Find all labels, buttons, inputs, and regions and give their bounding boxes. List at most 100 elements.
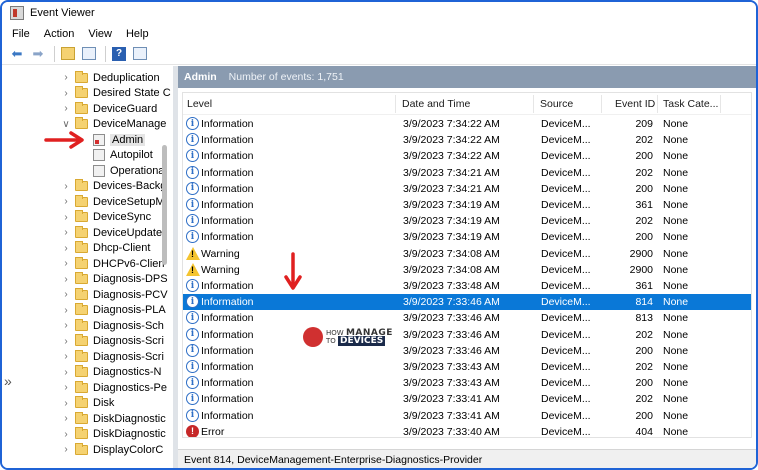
chevron-right-icon[interactable]: › [62,429,70,440]
chevron-right-icon[interactable]: › [62,382,70,393]
tree-folder-item[interactable]: › Diagnosis-PLA [2,303,172,319]
column-divider[interactable] [720,95,721,113]
tree-log-item[interactable]: Operationa [2,163,172,179]
chevron-right-icon[interactable]: › [62,72,70,83]
tree-folder-item[interactable]: › DeviceSync [2,210,172,226]
tree-folder-item[interactable]: › Diagnostics-Pe [2,380,172,396]
chevron-right-icon[interactable]: › [62,336,70,347]
tree-folder-item[interactable]: › DeviceUpdate/ [2,225,172,241]
table-row[interactable]: i Information 3/9/2023 7:34:19 AM DeviceM..… [183,197,751,213]
chevron-right-icon[interactable]: › [62,398,70,409]
chevron-right-icon[interactable]: › [62,181,70,192]
tree-folder-item[interactable]: › DHCPv6-Clien [2,256,172,272]
table-row[interactable]: i Information 3/9/2023 7:33:46 AM DeviceM..… [183,310,751,326]
level-cell: Information [201,328,254,341]
tree-folder-item[interactable]: › Diagnosis-PCV [2,287,172,303]
folder-icon [75,303,88,316]
tree-folder-item[interactable]: › Disk [2,396,172,412]
table-row[interactable]: i Information 3/9/2023 7:34:22 AM DeviceM..… [183,116,751,132]
table-row[interactable]: i Information 3/9/2023 7:34:22 AM DeviceM..… [183,148,751,164]
chevron-right-icon[interactable]: › [62,367,70,378]
menu-view[interactable]: View [88,28,112,40]
chevron-right-icon[interactable]: › [62,305,70,316]
help-icon[interactable]: ? [110,45,128,63]
table-row[interactable]: i Information 3/9/2023 7:34:19 AM DeviceM..… [183,213,751,229]
source-cell: DeviceM... [541,247,591,260]
table-row[interactable]: i Information 3/9/2023 7:33:41 AM DeviceM..… [183,391,751,407]
chevron-right-icon[interactable]: › [62,243,70,254]
column-divider[interactable] [601,95,602,113]
chevron-right-icon[interactable]: › [62,289,70,300]
tree-scrollbar-thumb[interactable] [162,145,167,265]
watermark-logo: HOW MANAGE TO DEVICES [303,327,393,347]
tree-folder-item[interactable]: › Diagnosis-Scri [2,349,172,365]
column-task-category[interactable]: Task Cate... [663,98,718,110]
folder-icon [75,334,88,347]
tree-folder-item[interactable]: ∨ DeviceManage [2,117,172,133]
back-arrow-icon[interactable]: ⬅ [8,45,26,63]
chevron-right-icon[interactable]: › [62,227,70,238]
table-row[interactable]: i Information 3/9/2023 7:34:22 AM DeviceM..… [183,132,751,148]
expand-pane-icon[interactable]: » [4,373,12,389]
table-row[interactable]: i Information 3/9/2023 7:33:48 AM DeviceM..… [183,278,751,294]
date-time-cell: 3/9/2023 7:34:22 AM [403,118,500,130]
menu-help[interactable]: Help [126,28,149,40]
chevron-right-icon[interactable]: › [62,444,70,455]
column-divider[interactable] [395,95,396,113]
tree-folder-item[interactable]: › Diagnostics-N [2,365,172,381]
table-row[interactable]: ! Error 3/9/2023 7:33:40 AM DeviceM... 404 No… [183,424,751,437]
column-divider[interactable] [657,95,658,113]
tree-folder-item[interactable]: › DiskDiagnostic [2,411,172,427]
tree-log-item[interactable]: Autopilot [2,148,172,164]
forward-arrow-icon[interactable]: ➡ [29,45,47,63]
tree-folder-item[interactable]: › Diagnosis-Scri [2,334,172,350]
up-folder-icon[interactable] [59,45,77,63]
action-pane-icon[interactable] [131,45,149,63]
table-row[interactable]: i Information 3/9/2023 7:33:41 AM DeviceM..… [183,408,751,424]
chevron-right-icon[interactable]: › [62,196,70,207]
chevron-down-icon[interactable]: ∨ [62,119,70,130]
tree-folder-item[interactable]: › DiskDiagnostic [2,427,172,443]
table-row[interactable]: i Information 3/9/2023 7:34:21 AM DeviceM..… [183,165,751,181]
chevron-right-icon[interactable]: › [62,212,70,223]
tree-folder-item[interactable]: › Diagnosis-DPS [2,272,172,288]
tree-folder-item[interactable]: › DisplayColorC [2,442,172,458]
task-category-cell: None [663,247,689,260]
date-time-cell: 3/9/2023 7:33:41 AM [403,409,500,422]
table-row[interactable]: i Information 3/9/2023 7:34:19 AM DeviceM..… [183,229,751,245]
tree-folder-item[interactable]: › Deduplication [2,70,172,86]
chevron-right-icon[interactable]: › [62,351,70,362]
chevron-right-icon[interactable]: › [62,88,70,99]
table-row[interactable]: Warning 3/9/2023 7:34:08 AM DeviceM... 2900… [183,246,751,262]
tree-item-label: DeviceGuard [93,102,158,115]
table-row[interactable]: i Information 3/9/2023 7:33:43 AM DeviceM..… [183,375,751,391]
chevron-right-icon[interactable]: › [62,274,70,285]
table-row[interactable]: i Information 3/9/2023 7:33:46 AM DeviceM..… [183,327,751,343]
column-divider[interactable] [533,95,534,113]
menu-action[interactable]: Action [44,28,75,40]
folder-icon [75,210,88,223]
show-hide-tree-icon[interactable] [80,45,98,63]
status-text: Event 814, DeviceManagement-Enterprise-D… [184,454,483,466]
tree-folder-item[interactable]: › Devices-Backg [2,179,172,195]
table-row[interactable]: Warning 3/9/2023 7:34:08 AM DeviceM... 2900… [183,262,751,278]
chevron-right-icon[interactable]: › [62,413,70,424]
column-date-and-time[interactable]: Date and Time [402,98,470,110]
table-row[interactable]: i Information 3/9/2023 7:34:21 AM DeviceM..… [183,181,751,197]
tree-folder-item[interactable]: › Dhcp-Client [2,241,172,257]
tree-folder-item[interactable]: › DeviceGuard [2,101,172,117]
table-row[interactable]: i Information 3/9/2023 7:33:46 AM DeviceM..… [183,294,751,311]
column-level[interactable]: Level [187,98,212,110]
column-event-id[interactable]: Event ID [615,98,655,110]
chevron-right-icon[interactable]: › [62,103,70,114]
table-row[interactable]: i Information 3/9/2023 7:33:46 AM DeviceM..… [183,343,751,359]
menu-file[interactable]: File [12,28,30,40]
chevron-right-icon[interactable]: › [62,258,70,269]
tree-folder-item[interactable]: › Desired State C [2,86,172,102]
table-row[interactable]: i Information 3/9/2023 7:33:43 AM DeviceM..… [183,359,751,375]
folder-icon [75,101,88,114]
chevron-right-icon[interactable]: › [62,320,70,331]
tree-folder-item[interactable]: › Diagnosis-Sch [2,318,172,334]
tree-folder-item[interactable]: › DeviceSetupM [2,194,172,210]
column-source[interactable]: Source [540,98,573,110]
